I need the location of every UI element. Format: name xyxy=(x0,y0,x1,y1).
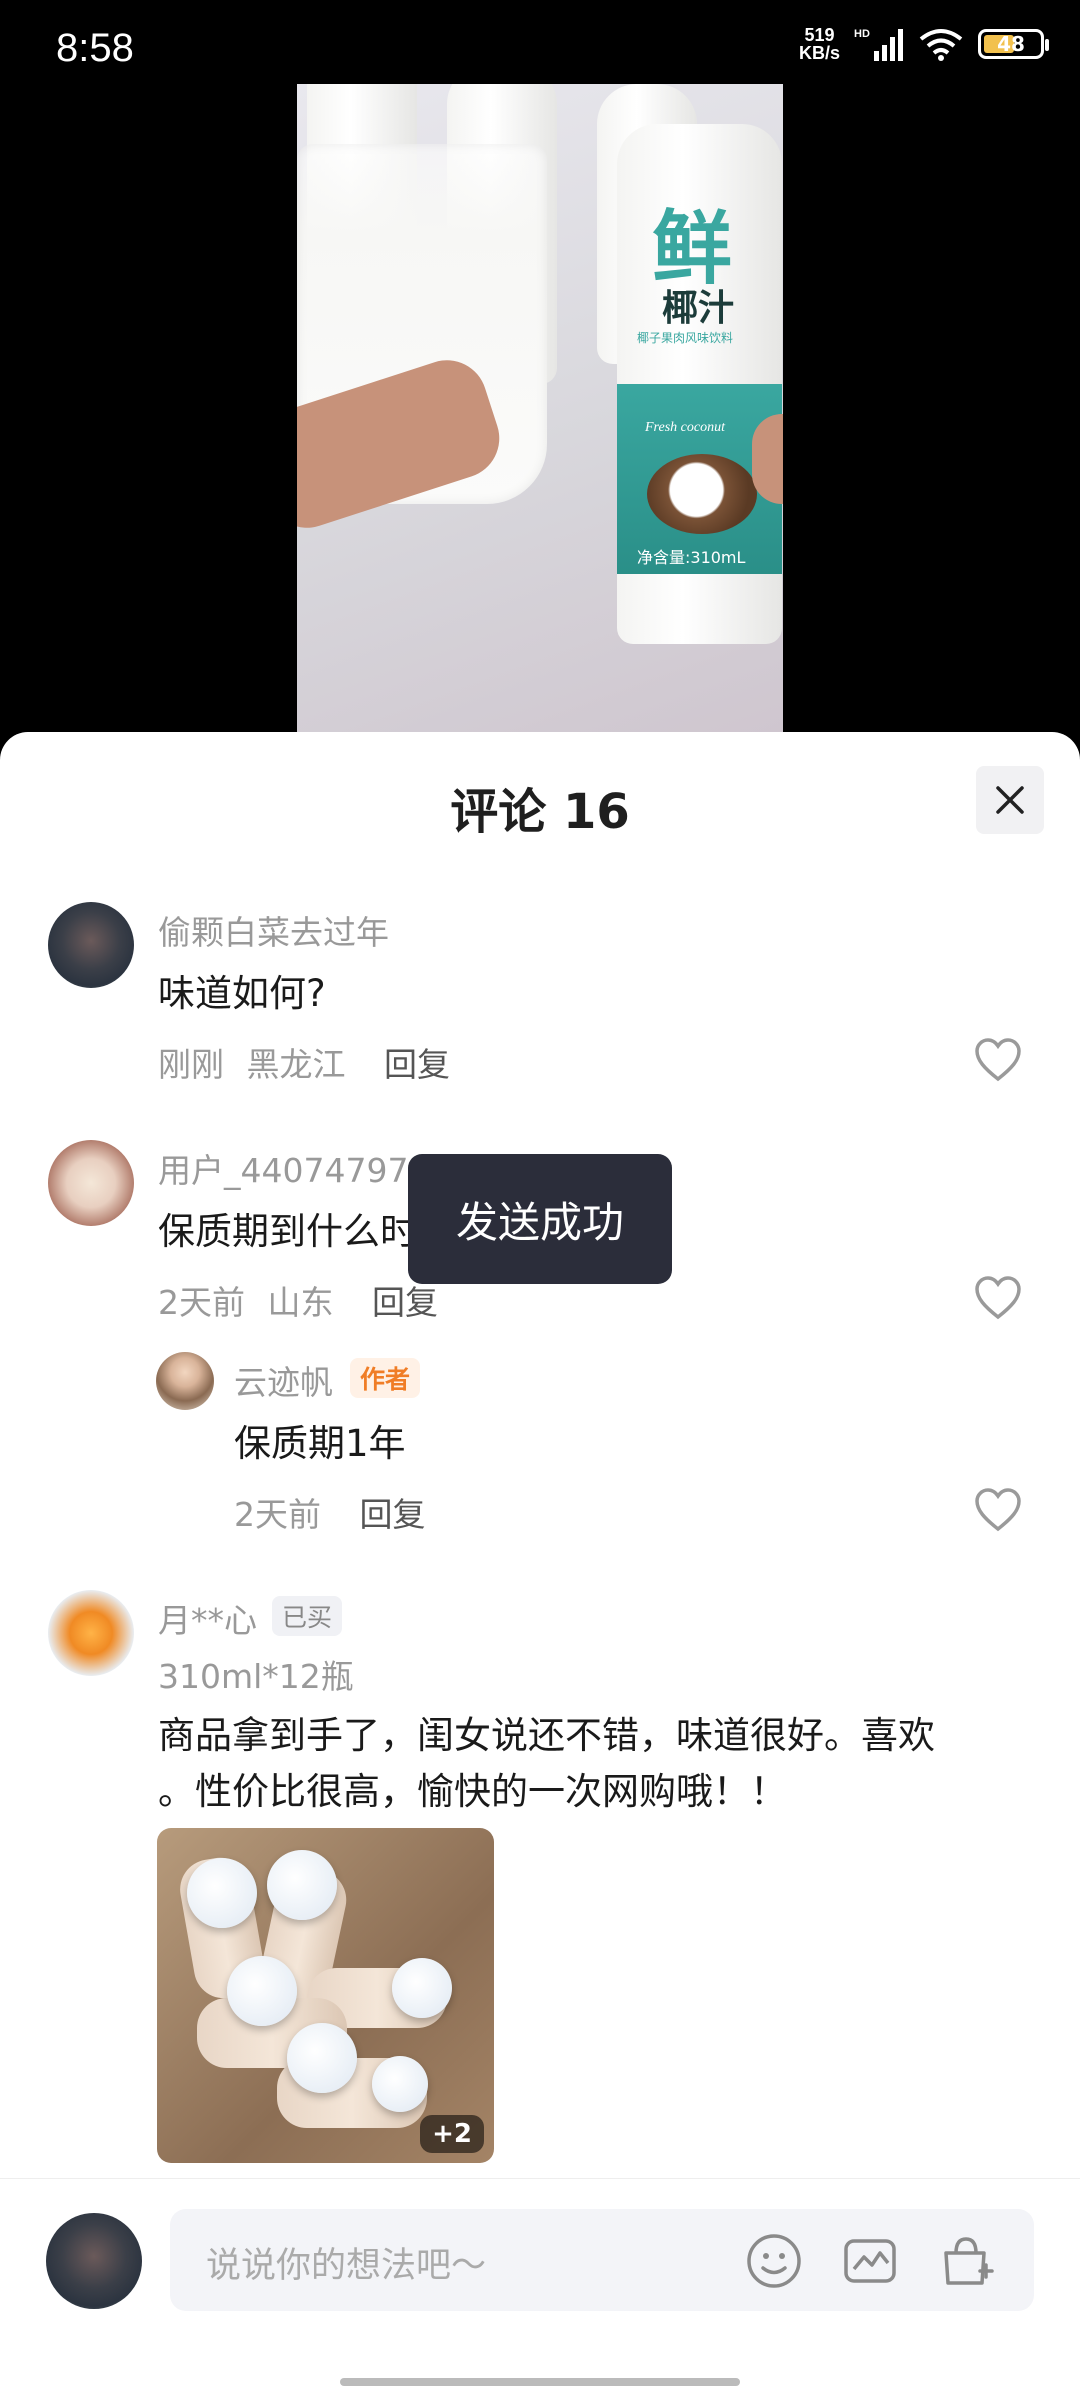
bottle-main: 鲜 椰汁 椰子果肉风味饮料 Fresh coconut 净含量:310mL xyxy=(617,124,782,644)
comment-time: 2天前 xyxy=(158,1283,245,1322)
signal-icon: HD xyxy=(854,28,903,61)
reply-button[interactable]: 回复 xyxy=(372,1283,438,1322)
hand-right xyxy=(752,414,783,504)
more-images-count: +2 xyxy=(420,2115,484,2153)
sheet-title: 评论 16 xyxy=(450,784,630,840)
comment-username[interactable]: 月**心 xyxy=(158,1594,257,1642)
wifi-icon xyxy=(919,29,963,61)
svg-text:HD: HD xyxy=(854,28,870,40)
comment-time: 刚刚 xyxy=(158,1045,224,1084)
avatar[interactable] xyxy=(48,1140,134,1226)
status-icons: 519 KB/s HD 48 xyxy=(798,25,1049,63)
reply-username[interactable]: 云迹帆 xyxy=(234,1356,333,1404)
reply-button[interactable]: 回复 xyxy=(384,1045,450,1084)
comment-text[interactable]: 味道如何? xyxy=(158,966,326,1022)
close-icon xyxy=(996,786,1024,814)
comment-input[interactable]: 说说你的想法吧～ xyxy=(170,2209,1034,2311)
battery-icon: 48 xyxy=(978,29,1049,59)
close-button[interactable] xyxy=(976,766,1044,834)
comment-image[interactable]: +2 xyxy=(157,1828,494,2163)
status-bar: 8:58 519 KB/s HD 48 xyxy=(0,0,1080,84)
like-heart-icon[interactable] xyxy=(974,1038,1022,1082)
input-placeholder: 说说你的想法吧～ xyxy=(206,2246,487,2286)
comment-text[interactable]: 商品拿到手了，闺女说还不错，味道很好。喜欢 。性价比很高，愉快的一次网购哦！！ xyxy=(158,1708,1038,1820)
home-indicator[interactable] xyxy=(340,2378,740,2386)
bought-badge: 已买 xyxy=(272,1596,343,1636)
reply-meta: 2天前 回复 xyxy=(234,1488,426,1536)
shopping-bag-icon[interactable] xyxy=(936,2231,996,2291)
reply-time: 2天前 xyxy=(234,1495,321,1534)
comment-username[interactable]: 偷颗白菜去过年 xyxy=(158,906,389,954)
network-speed: 519 KB/s xyxy=(798,25,840,63)
bottle-product: 椰汁 xyxy=(662,287,735,328)
comment-location: 黑龙江 xyxy=(246,1045,346,1084)
avatar[interactable] xyxy=(156,1352,214,1410)
bottle-tag: Fresh coconut xyxy=(645,420,725,435)
comment-location: 山东 xyxy=(267,1283,334,1322)
my-avatar[interactable] xyxy=(46,2213,142,2309)
like-heart-icon[interactable] xyxy=(974,1488,1022,1532)
product-video[interactable]: 鲜 椰汁 椰子果肉风味饮料 Fresh coconut 净含量:310mL xyxy=(297,84,783,734)
reply-text[interactable]: 保质期1年 xyxy=(234,1416,406,1472)
bottle-subtitle: 椰子果肉风味饮料 xyxy=(637,331,734,345)
comment-meta: 2天前 山东 回复 xyxy=(158,1276,438,1324)
toast-message: 发送成功 xyxy=(408,1154,672,1284)
comment-meta: 刚刚 黑龙江 回复 xyxy=(158,1038,450,1086)
avatar[interactable] xyxy=(48,1590,134,1676)
reply-button[interactable]: 回复 xyxy=(360,1495,426,1534)
comment-username[interactable]: 用户_44074797 xyxy=(158,1144,408,1192)
image-icon[interactable] xyxy=(840,2231,900,2291)
author-badge: 作者 xyxy=(350,1358,421,1398)
like-heart-icon[interactable] xyxy=(974,1276,1022,1320)
emoji-icon[interactable] xyxy=(744,2231,804,2291)
avatar[interactable] xyxy=(48,902,134,988)
purchase-spec: 310ml*12瓶 xyxy=(158,1657,354,1696)
coconut-shape xyxy=(647,454,757,534)
comment-input-bar: 说说你的想法吧～ xyxy=(0,2178,1080,2349)
bottle-volume: 净含量:310mL xyxy=(637,548,746,567)
status-time: 8:58 xyxy=(56,26,134,70)
